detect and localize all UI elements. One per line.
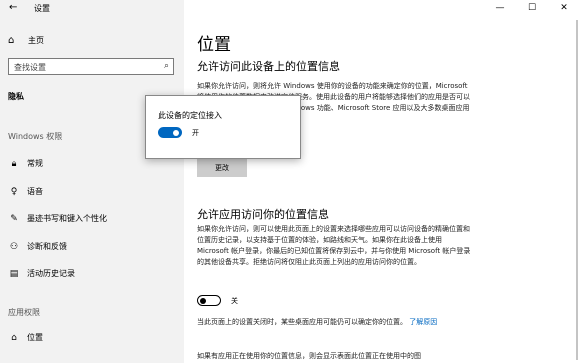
device-location-toggle-state: 开 bbox=[192, 128, 199, 137]
sidebar: ⌂ 主页 查找设置 ⌕ 隐私 Windows 权限 🔒︎ 常规 ♀ 语音 ✎ 墨… bbox=[0, 0, 184, 363]
sidebar-item-location[interactable]: ⌂ 位置 bbox=[8, 332, 43, 343]
app-location-toggle[interactable] bbox=[197, 295, 221, 306]
feedback-icon: ⚇ bbox=[9, 241, 19, 252]
maximize-icon[interactable]: ☐ bbox=[516, 0, 548, 16]
sidebar-item-label: 活动历史记录 bbox=[27, 269, 75, 278]
sidebar-item-activity-history[interactable]: ▤ 活动历史记录 bbox=[8, 268, 75, 279]
home-nav[interactable]: ⌂ 主页 bbox=[8, 35, 44, 46]
page-title: 位置 bbox=[197, 35, 231, 55]
note-text: 当此页面上的设置关闭时，某些桌面应用可能仍可以确定你的位置。 bbox=[197, 318, 407, 326]
category-heading: 隐私 bbox=[8, 92, 24, 101]
section2-description: 如果你允许访问，则可以使用此页面上的设置来选择哪些应用可以访问设备的精确位置和位… bbox=[197, 225, 471, 266]
section-app-permissions: 应用权限 bbox=[8, 308, 40, 317]
scrollbar[interactable] bbox=[576, 20, 578, 360]
minimize-icon[interactable]: — bbox=[484, 0, 516, 16]
main-content: 位置 允许访问此设备上的位置信息 如果你允许访问，则将允许 Windows 使用… bbox=[184, 16, 580, 363]
title-bar: ← 设置 — ☐ ✕ bbox=[0, 0, 580, 16]
sidebar-item-label: 诊断和反馈 bbox=[27, 242, 67, 251]
home-label: 主页 bbox=[28, 36, 44, 45]
sidebar-item-label: 墨迹书写和键入个性化 bbox=[27, 214, 107, 223]
popup-title: 此设备的定位接入 bbox=[158, 111, 222, 120]
microphone-icon: ♀ bbox=[10, 186, 18, 197]
device-location-popup: 此设备的定位接入 开 bbox=[145, 95, 301, 159]
sidebar-item-general[interactable]: 🔒︎ 常规 bbox=[8, 158, 43, 169]
device-location-toggle-row: 开 bbox=[158, 127, 199, 138]
change-button[interactable]: 更改 bbox=[197, 159, 247, 177]
app-location-toggle-state: 关 bbox=[231, 296, 238, 305]
sidebar-item-label: 常规 bbox=[27, 159, 43, 168]
lock-icon: 🔒︎ bbox=[11, 158, 17, 169]
section-windows-permissions: Windows 权限 bbox=[8, 132, 63, 141]
bottom-text: 如果有应用正在使用你的位置信息，则会显示表面此位置正在使用中的图 bbox=[197, 352, 421, 360]
sidebar-item-label: 位置 bbox=[27, 333, 43, 342]
back-arrow-icon[interactable]: ← bbox=[9, 2, 17, 13]
close-icon[interactable]: ✕ bbox=[548, 0, 580, 16]
location-icon: ⌂ bbox=[11, 332, 17, 343]
device-location-toggle[interactable] bbox=[158, 127, 182, 138]
sidebar-item-inking[interactable]: ✎ 墨迹书写和键入个性化 bbox=[8, 213, 107, 224]
window-title: 设置 bbox=[34, 4, 50, 13]
sidebar-item-diagnostics[interactable]: ⚇ 诊断和反馈 bbox=[8, 241, 67, 252]
pen-icon: ✎ bbox=[10, 213, 18, 224]
history-icon: ▤ bbox=[9, 268, 19, 279]
learn-why-link[interactable]: 了解原因 bbox=[409, 318, 437, 326]
section1-heading: 允许访问此设备上的位置信息 bbox=[197, 60, 340, 73]
home-icon: ⌂ bbox=[8, 35, 15, 46]
app-location-toggle-row: 关 bbox=[197, 295, 238, 306]
section2-heading: 允许应用访问你的位置信息 bbox=[197, 208, 329, 221]
sidebar-item-speech[interactable]: ♀ 语音 bbox=[8, 186, 43, 197]
search-input[interactable]: 查找设置 ⌕ bbox=[8, 58, 174, 75]
note-text-block: 当此页面上的设置关闭时，某些桌面应用可能仍可以确定你的位置。 了解原因 bbox=[197, 317, 459, 328]
sidebar-item-label: 语音 bbox=[27, 187, 43, 196]
search-icon[interactable]: ⌕ bbox=[164, 61, 169, 71]
search-placeholder: 查找设置 bbox=[14, 63, 46, 72]
